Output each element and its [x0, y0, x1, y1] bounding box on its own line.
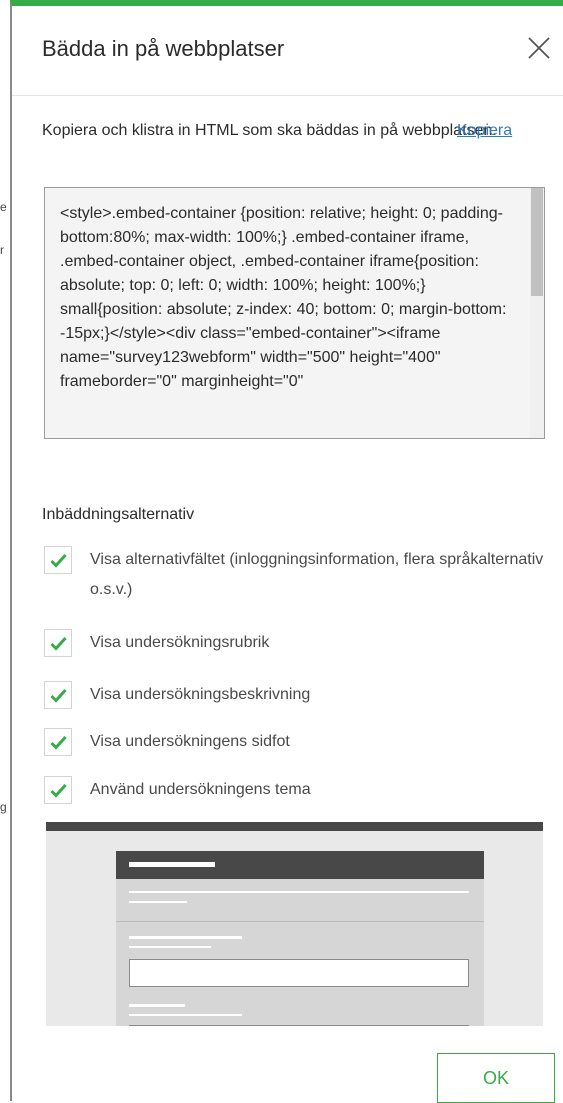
- preview-input-field: [129, 959, 469, 987]
- code-scrollbar[interactable]: [530, 188, 544, 438]
- preview-title-placeholder: [129, 862, 215, 867]
- preview-form-header: [116, 851, 484, 879]
- checkmark-icon: [50, 688, 67, 703]
- checkmark-icon: [50, 735, 67, 750]
- code-scrollbar-thumb[interactable]: [531, 188, 543, 296]
- checkmark-icon: [50, 553, 67, 568]
- checkbox-use-survey-theme[interactable]: [44, 776, 72, 804]
- checkbox-show-options-bar[interactable]: [44, 546, 72, 574]
- preview-field-label: [129, 1004, 185, 1007]
- embed-code-text: <style>.embed-container {position: relat…: [60, 205, 507, 390]
- backdrop-text-fragment: e: [0, 200, 7, 214]
- checkmark-icon: [50, 636, 67, 651]
- checkmark-icon: [50, 783, 67, 798]
- dialog-title: Bädda in på webbplatser: [42, 36, 285, 61]
- option-label: Visa alternativfältet (inloggningsinform…: [90, 551, 544, 598]
- preview-field-hint: [129, 946, 211, 948]
- dialog-header: Bädda in på webbplatser: [12, 6, 563, 96]
- preview-form: [116, 851, 484, 1026]
- preview-input-field: [129, 1025, 469, 1026]
- checkbox-show-survey-title[interactable]: [44, 629, 72, 657]
- embed-dialog: Bädda in på webbplatser Kopiera och klis…: [10, 0, 563, 1103]
- option-label: Använd undersökningens tema: [90, 781, 311, 798]
- preview-description-line: [129, 891, 469, 893]
- preview-field-label: [129, 936, 242, 939]
- option-label: Visa undersökningens sidfot: [90, 733, 290, 750]
- copy-link[interactable]: Kopiera: [457, 118, 512, 144]
- checkbox-show-survey-footer[interactable]: [44, 728, 72, 756]
- ok-button[interactable]: OK: [437, 1053, 555, 1103]
- option-label: Visa undersökningsrubrik: [90, 634, 270, 651]
- preview-field-hint: [129, 1014, 242, 1016]
- preview-divider: [116, 921, 484, 922]
- embed-preview: [46, 822, 543, 1026]
- close-button[interactable]: [525, 34, 553, 62]
- backdrop-text-fragment: g: [0, 800, 7, 814]
- checkbox-show-survey-description[interactable]: [44, 681, 72, 709]
- close-icon: [528, 37, 550, 59]
- embed-code-box[interactable]: <style>.embed-container {position: relat…: [44, 187, 545, 439]
- option-label: Visa undersökningsbeskrivning: [90, 686, 311, 703]
- options-title: Inbäddningsalternativ: [42, 506, 195, 523]
- page-backdrop: e r g: [0, 0, 10, 1101]
- backdrop-text-fragment: r: [0, 243, 4, 257]
- preview-description-line: [129, 901, 187, 903]
